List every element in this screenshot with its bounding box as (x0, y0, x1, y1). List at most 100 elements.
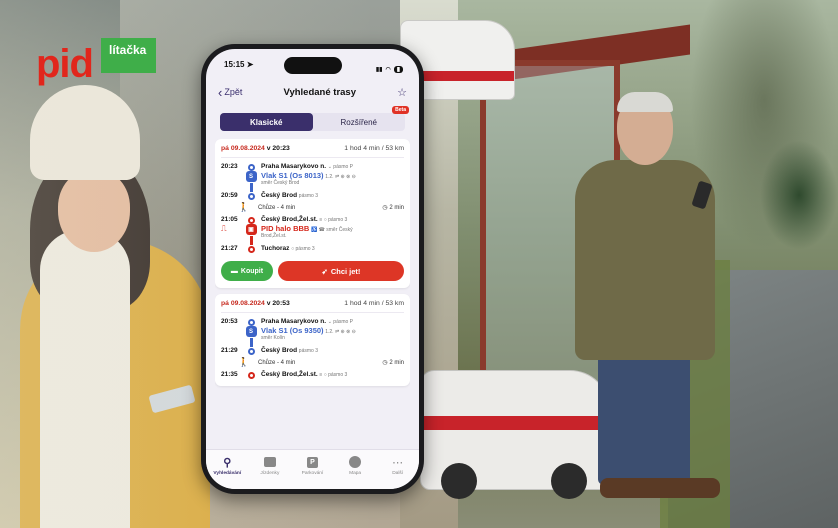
clock-icon: ◷ (382, 360, 388, 366)
tab-klasicke[interactable]: Klasické (220, 113, 313, 131)
line-bar (249, 338, 253, 347)
tab-dalsi[interactable]: ⋯ Další (380, 455, 416, 489)
arrival-platform: pásmo 3 (298, 348, 318, 354)
departure-platform: ≡ ○ pásmo 3 (319, 217, 348, 223)
navigate-icon: ➶ (321, 266, 328, 276)
route-departure: pá 09.08.2024 v 20:53 (221, 300, 290, 307)
pid-logo: pid lítačka (36, 38, 157, 86)
parking-icon: P (305, 455, 319, 469)
arrival-platform: pásmo 3 (298, 193, 318, 199)
buy-button[interactable]: ▬ Koupit (221, 261, 273, 281)
stop-dot (247, 319, 255, 326)
battery-icon: ▮ (393, 66, 403, 73)
map-icon (348, 455, 362, 469)
route-header: pá 09.08.2024 v 20:23 1 hod 4 min / 53 k… (221, 145, 404, 158)
line-features: 1.2. ⇌ ⊕ ⊗ ⊖ (325, 174, 356, 180)
tab-rozsirene[interactable]: Rozšířené Beta (313, 106, 409, 131)
status-time: 15:15 ➤ (224, 60, 254, 69)
stop-dot (247, 193, 255, 200)
route-leg: 20:23 Praha Masarykovo n. ⌄ pásmo P S Vl… (221, 163, 404, 200)
status-icons: ▮▮ ◠ ▮ (376, 60, 403, 79)
route-card[interactable]: pá 09.08.2024 v 20:53 1 hod 4 min / 53 k… (215, 294, 410, 386)
logo-badge: lítačka (100, 38, 157, 73)
back-button[interactable]: ‹ Zpět (218, 84, 243, 100)
arrival-stop: Český Brod (261, 347, 298, 354)
line-link[interactable]: Vlak S1 (Os 8013) (261, 171, 324, 180)
phone-screen: 15:15 ➤ ▮▮ ◠ ▮ ‹ Zpět Vyhledané trasy ☆ … (206, 49, 419, 489)
line-direction: směr Kolín (261, 335, 285, 341)
stop-dot (247, 372, 255, 379)
back-label: Zpět (224, 87, 243, 97)
departure-stop: Český Brod,Žel.st. (261, 371, 318, 378)
logo-wordmark: pid (36, 42, 94, 86)
departure-stop: Praha Masarykovo n. (261, 163, 327, 170)
stop-dot (247, 217, 255, 224)
walking-icon: 🚶 (238, 202, 250, 212)
beta-badge: Beta (392, 106, 409, 114)
tab-mapa[interactable]: Mapa (337, 455, 373, 489)
stop-dot (247, 164, 255, 171)
ticket-icon: ▬ (230, 267, 238, 275)
stop-dot (247, 246, 255, 253)
line-features: 1.2. ⇌ ⊕ ⊗ ⊖ (325, 329, 356, 335)
train-icon: S (245, 326, 257, 337)
line-link[interactable]: PID halo BBB (261, 224, 309, 233)
tab-jizdenky[interactable]: Jízdenky (252, 455, 288, 489)
line-features: ♿ ☎ směr Český (311, 227, 353, 233)
arrival-stop: Český Brod (261, 192, 298, 199)
arrival-time: 21:29 (221, 347, 238, 354)
wifi-icon: ◠ (385, 67, 391, 73)
departure-time: 21:05 (221, 216, 238, 223)
walk-label: Chůze - 4 min (258, 359, 296, 366)
ticket-icon (263, 455, 277, 469)
departure-platform: ⌄ pásmo P (327, 164, 354, 170)
walk-label: Chůze - 4 min (258, 204, 296, 211)
status-bar: 15:15 ➤ ▮▮ ◠ ▮ (206, 49, 419, 79)
tab-vyhledavani[interactable]: ⚲ Vyhledávání (209, 455, 245, 489)
arrival-time: 21:27 (221, 245, 238, 252)
phone-frame: 15:15 ➤ ▮▮ ◠ ▮ ‹ Zpět Vyhledané trasy ☆ … (201, 44, 424, 494)
line-bar (249, 183, 253, 192)
departure-time: 20:53 (221, 318, 238, 325)
on-demand-icon: ⎍ (221, 224, 227, 233)
route-leg-partial: 21:35 Český Brod,Žel.st. ≡ ○ pásmo 3 (221, 371, 404, 379)
route-leg: 21:05 Český Brod,Žel.st. ≡ ○ pásmo 3 ⎍ ▣… (221, 216, 404, 253)
route-card[interactable]: pá 09.08.2024 v 20:23 1 hod 4 min / 53 k… (215, 139, 410, 288)
walk-segment: 🚶 Chůze - 4 min ◷ 2 min (238, 357, 404, 367)
route-actions: ▬ Koupit ➶ Chci jet! (221, 261, 404, 281)
clock-icon: ◷ (382, 205, 388, 211)
line-direction: Brod,Žel.st. (261, 233, 287, 239)
bottom-tab-bar: ⚲ Vyhledávání Jízdenky P Parkování Mapa … (206, 449, 419, 489)
line-direction: směr Český Brod (261, 180, 300, 186)
line-link[interactable]: Vlak S1 (Os 9350) (261, 326, 324, 335)
tab-parkovani[interactable]: P Parkování (294, 455, 330, 489)
more-icon: ⋯ (392, 456, 404, 469)
departure-stop: Český Brod,Žel.st. (261, 216, 318, 223)
location-arrow-icon: ➤ (246, 60, 254, 69)
signal-icon: ▮▮ (375, 67, 383, 73)
train-icon: S (245, 171, 257, 182)
departure-time: 20:23 (221, 163, 238, 170)
route-duration: 1 hod 4 min / 53 km (344, 145, 404, 152)
bus-icon: ▣ (245, 224, 257, 235)
departure-stop: Praha Masarykovo n. (261, 318, 327, 325)
search-icon: ⚲ (223, 456, 232, 469)
walking-icon: 🚶 (238, 357, 250, 367)
route-type-tabs: Klasické Rozšířené Beta (220, 106, 409, 131)
arrival-time: 20:59 (221, 192, 238, 199)
stop-dot (247, 348, 255, 355)
walk-time: ◷ 2 min (382, 360, 404, 366)
page-title: Vyhledané trasy (283, 86, 356, 98)
line-bar (249, 236, 253, 245)
chevron-left-icon: ‹ (218, 84, 223, 100)
route-header: pá 09.08.2024 v 20:53 1 hod 4 min / 53 k… (221, 300, 404, 313)
arrival-platform: ○ pásmo 3 (291, 246, 315, 252)
route-leg: 20:53 Praha Masarykovo n. ⌄ pásmo P S Vl… (221, 318, 404, 355)
go-button[interactable]: ➶ Chci jet! (278, 261, 404, 281)
departure-platform: ≡ ○ pásmo 3 (319, 372, 348, 378)
arrival-stop: Tuchoraz (261, 245, 290, 252)
star-icon[interactable]: ☆ (397, 86, 407, 99)
departure-time: 21:35 (221, 371, 238, 378)
route-list[interactable]: pá 09.08.2024 v 20:23 1 hod 4 min / 53 k… (215, 139, 410, 449)
route-departure: pá 09.08.2024 v 20:23 (221, 145, 290, 152)
